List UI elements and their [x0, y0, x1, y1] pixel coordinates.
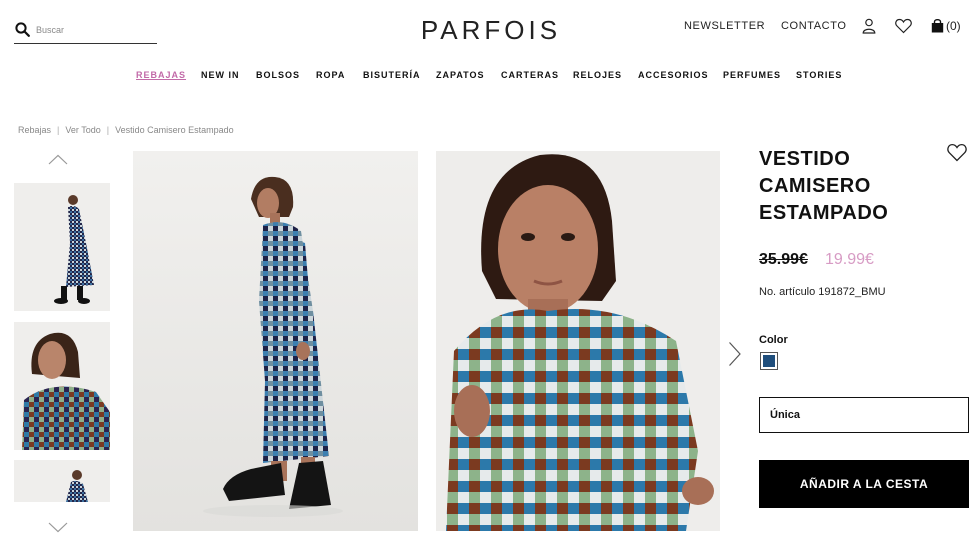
original-price: 35.99€: [759, 251, 808, 268]
thumbs-down-arrow-icon[interactable]: [48, 522, 68, 533]
nav-rebajas[interactable]: REBAJAS: [136, 70, 186, 80]
thumbnail-1[interactable]: [14, 183, 110, 311]
add-to-cart-button[interactable]: AÑADIR A LA CESTA: [759, 460, 969, 508]
user-icon[interactable]: [862, 18, 876, 34]
sale-price: 19.99€: [825, 251, 874, 268]
thumbnail-2[interactable]: [14, 322, 110, 450]
color-swatch-fill: [763, 355, 775, 367]
nav-new-in[interactable]: NEW IN: [201, 70, 240, 80]
product-image-close-up-svg: [436, 151, 720, 531]
breadcrumb-rebajas[interactable]: Rebajas: [18, 125, 51, 135]
thumbnail-1-image: [14, 183, 110, 311]
search-bar[interactable]: [14, 20, 157, 44]
product-image-full-body-svg: [133, 151, 418, 531]
nav-ropa[interactable]: ROPA: [316, 70, 345, 80]
wishlist-heart-icon[interactable]: [947, 143, 967, 162]
nav-zapatos[interactable]: ZAPATOS: [436, 70, 485, 80]
product-image-full-body[interactable]: [133, 151, 418, 531]
heart-icon[interactable]: [895, 18, 912, 34]
article-number: No. artículo 191872_BMU: [759, 286, 886, 298]
size-selector[interactable]: Única: [759, 397, 969, 433]
nav-carteras[interactable]: CARTERAS: [501, 70, 559, 80]
color-swatch-navy[interactable]: [760, 352, 778, 370]
search-input[interactable]: [36, 21, 154, 39]
thumbs-up-arrow-icon[interactable]: [48, 154, 68, 165]
main-nav: REBAJAS NEW IN BOLSOS ROPA BISUTERÍA ZAP…: [0, 70, 971, 82]
breadcrumb-ver-todo[interactable]: Ver Todo: [65, 125, 100, 135]
nav-relojes[interactable]: RELOJES: [573, 70, 622, 80]
contacto-link[interactable]: CONTACTO: [781, 20, 847, 32]
thumbnail-3-image: [14, 460, 110, 502]
search-icon[interactable]: [15, 22, 30, 37]
newsletter-link[interactable]: NEWSLETTER: [684, 20, 765, 32]
breadcrumb-separator: |: [57, 125, 60, 135]
nav-bisuteria[interactable]: BISUTERÍA: [363, 70, 421, 80]
thumbnail-2-image: [14, 322, 110, 450]
product-image-close-up[interactable]: [436, 151, 720, 531]
nav-bolsos[interactable]: BOLSOS: [256, 70, 300, 80]
next-image-arrow-icon[interactable]: [728, 341, 742, 367]
thumbnail-3[interactable]: [14, 460, 110, 502]
nav-perfumes[interactable]: PERFUMES: [723, 70, 781, 80]
shopping-bag-icon[interactable]: [931, 18, 944, 33]
product-title: VESTIDO CAMISERO ESTAMPADO: [759, 148, 889, 224]
parfois-logo[interactable]: PARFOIS: [410, 13, 572, 47]
cart-count[interactable]: (0): [946, 19, 961, 33]
nav-accesorios[interactable]: ACCESORIOS: [638, 70, 709, 80]
breadcrumb: Rebajas | Ver Todo | Vestido Camisero Estamp…: [18, 125, 234, 135]
breadcrumb-separator: |: [106, 125, 110, 135]
breadcrumb-current: Vestido Camisero Estampado: [115, 125, 234, 135]
color-label: Color: [759, 334, 788, 346]
nav-stories[interactable]: STORIES: [796, 70, 842, 80]
